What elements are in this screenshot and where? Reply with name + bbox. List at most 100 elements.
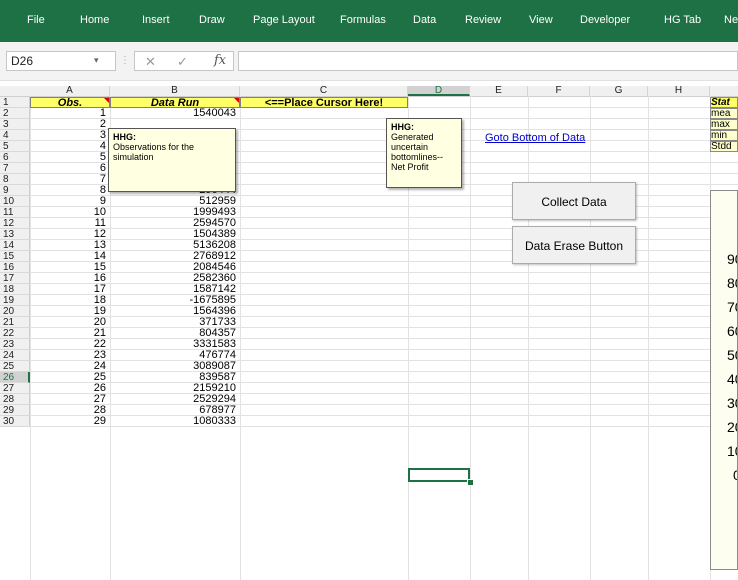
comment-text: Observations for the simulation: [113, 142, 195, 162]
obs-cell[interactable]: 29: [30, 416, 106, 427]
comment-observations: HHG: Observations for the simulation: [108, 128, 236, 192]
ribbon-tab-bar: File Home Insert Draw Page Layout Formul…: [0, 0, 738, 42]
column-header-d[interactable]: D: [408, 86, 470, 96]
formula-bar: D26 ▾ ⋮ ✕ ✓ fx: [0, 42, 738, 81]
tab-insert[interactable]: Insert: [142, 14, 170, 26]
row-header-6[interactable]: 6: [0, 152, 30, 163]
tab-draw[interactable]: Draw: [199, 14, 225, 26]
row-header-4[interactable]: 4: [0, 130, 30, 141]
column-header-g[interactable]: G: [590, 86, 648, 96]
header-place-cursor[interactable]: <==Place Cursor Here!: [240, 97, 408, 109]
row-header-27[interactable]: 27: [0, 383, 30, 394]
row-header-1[interactable]: 1: [0, 97, 30, 108]
row-header-14[interactable]: 14: [0, 240, 30, 251]
row-header-28[interactable]: 28: [0, 394, 30, 405]
row-header-25[interactable]: 25: [0, 361, 30, 372]
insert-function-icon[interactable]: fx: [214, 53, 226, 68]
header-obs[interactable]: Obs.: [30, 97, 110, 109]
tab-truncated[interactable]: Ne: [724, 14, 738, 26]
row-header-26[interactable]: 26: [0, 372, 30, 383]
row-header-17[interactable]: 17: [0, 273, 30, 284]
row-header-5[interactable]: 5: [0, 141, 30, 152]
row-header-9[interactable]: 9: [0, 185, 30, 196]
drag-handle-icon[interactable]: ⋮: [120, 55, 130, 66]
tab-review[interactable]: Review: [465, 14, 501, 26]
formula-input[interactable]: [238, 51, 738, 71]
tab-home[interactable]: Home: [80, 14, 109, 26]
row-header-12[interactable]: 12: [0, 218, 30, 229]
tab-formulas[interactable]: Formulas: [340, 14, 386, 26]
stat-label-min: min: [710, 130, 738, 141]
obs-cell[interactable]: 5: [30, 152, 106, 163]
header-data-run[interactable]: Data Run: [110, 97, 240, 109]
row-header-18[interactable]: 18: [0, 284, 30, 295]
y-tick-label: 90: [727, 251, 737, 267]
enter-icon[interactable]: ✓: [177, 54, 188, 70]
row-header-16[interactable]: 16: [0, 262, 30, 273]
column-header-a[interactable]: A: [30, 86, 110, 96]
y-tick-label: 30: [727, 395, 737, 411]
tab-page-layout[interactable]: Page Layout: [253, 14, 315, 26]
active-cell-d26[interactable]: [408, 468, 470, 482]
chevron-down-icon[interactable]: ▾: [94, 55, 99, 66]
y-tick-label: 60: [727, 323, 737, 339]
obs-cell[interactable]: 8: [30, 185, 106, 196]
row-header-3[interactable]: 3: [0, 119, 30, 130]
tab-developer[interactable]: Developer: [580, 14, 630, 26]
column-header-h[interactable]: H: [648, 86, 710, 96]
row-header-20[interactable]: 20: [0, 306, 30, 317]
obs-cell[interactable]: 6: [30, 163, 106, 174]
stat-label-stddev: Stdd: [710, 141, 738, 152]
histogram-chart[interactable]: 90 80 70 60 50 40 30 20 10 0: [710, 190, 738, 570]
stat-label-mean: mea: [710, 108, 738, 119]
column-header-b[interactable]: B: [110, 86, 240, 96]
y-tick-label: 70: [727, 299, 737, 315]
comment-indicator-icon: [104, 98, 109, 103]
column-header-f[interactable]: F: [528, 86, 590, 96]
data-run-cell[interactable]: 1080333: [110, 416, 236, 427]
y-tick-label: 20: [727, 419, 737, 435]
row-header-2[interactable]: 2: [0, 108, 30, 119]
row-header-7[interactable]: 7: [0, 163, 30, 174]
row-header-22[interactable]: 22: [0, 328, 30, 339]
fill-handle[interactable]: [467, 479, 474, 486]
obs-cell[interactable]: 2: [30, 119, 106, 130]
obs-cell[interactable]: 1: [30, 108, 106, 119]
cancel-icon[interactable]: ✕: [145, 54, 156, 70]
tab-hg-tab[interactable]: HG Tab: [664, 14, 701, 26]
tab-data[interactable]: Data: [413, 14, 436, 26]
data-erase-button[interactable]: Data Erase Button: [512, 226, 636, 264]
row-header-21[interactable]: 21: [0, 317, 30, 328]
row-header-13[interactable]: 13: [0, 229, 30, 240]
row-header-15[interactable]: 15: [0, 251, 30, 262]
y-tick-label: 10: [727, 443, 737, 459]
row-header-10[interactable]: 10: [0, 196, 30, 207]
row-header-30[interactable]: 30: [0, 416, 30, 427]
data-run-cell[interactable]: 1540043: [110, 108, 236, 119]
obs-cell[interactable]: 3: [30, 130, 106, 141]
obs-cell[interactable]: 7: [30, 174, 106, 185]
obs-cell[interactable]: 4: [30, 141, 106, 152]
comment-author: HHG:: [113, 132, 136, 142]
comment-text: Generated uncertain bottomlines--Net Pro…: [391, 132, 444, 172]
row-header-19[interactable]: 19: [0, 295, 30, 306]
row-header-29[interactable]: 29: [0, 405, 30, 416]
row-header-23[interactable]: 23: [0, 339, 30, 350]
comment-net-profit: HHG: Generated uncertain bottomlines--Ne…: [386, 118, 462, 188]
collect-data-button[interactable]: Collect Data: [512, 182, 636, 220]
tab-file[interactable]: File: [27, 14, 45, 26]
y-tick-label: 40: [727, 371, 737, 387]
stat-label-max: max: [710, 119, 738, 130]
comment-indicator-icon: [234, 98, 239, 103]
goto-bottom-link[interactable]: Goto Bottom of Data: [485, 132, 585, 144]
y-tick-label: 50: [727, 347, 737, 363]
comment-author: HHG:: [391, 122, 414, 132]
row-header-24[interactable]: 24: [0, 350, 30, 361]
row-header-8[interactable]: 8: [0, 174, 30, 185]
row-header-11[interactable]: 11: [0, 207, 30, 218]
column-header-e[interactable]: E: [470, 86, 528, 96]
name-box[interactable]: D26: [6, 51, 116, 71]
tab-view[interactable]: View: [529, 14, 553, 26]
column-header-c[interactable]: C: [240, 86, 408, 96]
y-tick-label: 0: [733, 467, 737, 483]
